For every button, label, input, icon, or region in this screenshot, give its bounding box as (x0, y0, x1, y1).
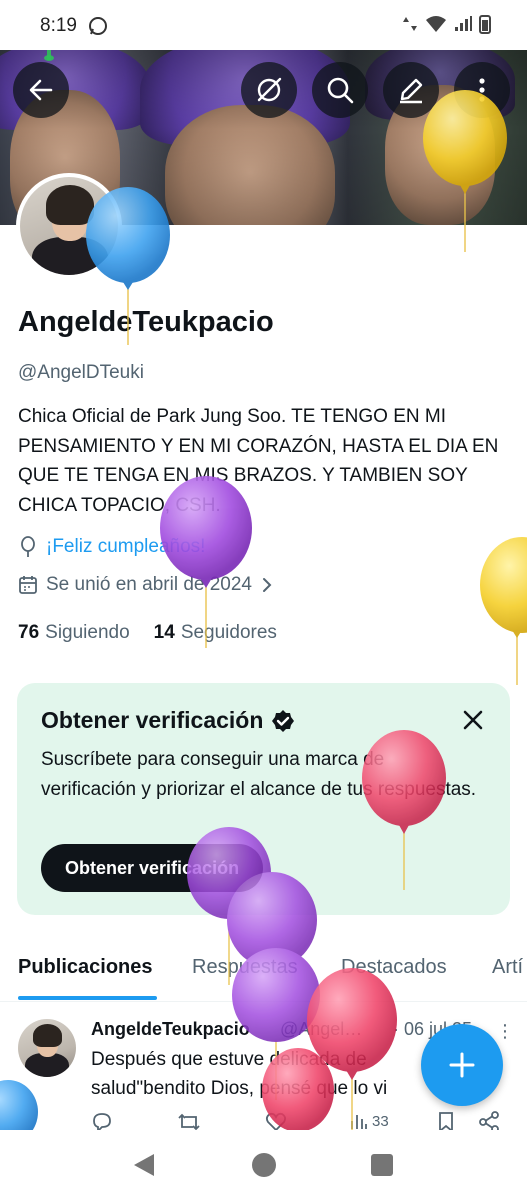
tab-replies[interactable]: Respuestas (192, 956, 298, 979)
profile-handle: @AngelDTeuki (18, 362, 144, 383)
profile-bio: Chica Oficial de Park Jung Soo. TE TENGO… (18, 406, 499, 516)
like-icon (265, 1112, 287, 1130)
verification-card-title: Obtener verificación (41, 707, 295, 734)
wifi-icon (426, 16, 446, 32)
post-actions: 33 (91, 1111, 511, 1130)
nav-back-icon[interactable] (132, 1152, 156, 1178)
profile-avatar[interactable] (16, 173, 122, 279)
profile-tabs: Publicaciones Respuestas Destacados Artí (0, 940, 527, 1002)
close-icon[interactable] (460, 707, 486, 733)
status-icons (401, 14, 491, 34)
whatsapp-icon (89, 17, 107, 35)
views-count[interactable]: 33 (350, 1111, 389, 1130)
tab-articles[interactable]: Artí (492, 956, 523, 979)
active-tab-indicator (18, 996, 157, 1000)
share-button[interactable] (478, 1111, 500, 1130)
repost-button[interactable] (177, 1111, 201, 1130)
more-options-button[interactable] (454, 62, 510, 118)
followers-link[interactable]: 14 Seguidores (154, 622, 277, 644)
calendar-icon (19, 576, 37, 594)
reply-button[interactable] (91, 1111, 113, 1130)
tab-highlights[interactable]: Destacados (341, 956, 447, 979)
views-icon (351, 1115, 367, 1129)
follow-stats: 76 Siguiendo 14 Seguidores (18, 622, 277, 644)
battery-icon (479, 15, 491, 34)
post-text: Después que estuve delicada de salud"ben… (91, 1049, 388, 1099)
like-button[interactable] (265, 1111, 287, 1130)
nav-home-icon[interactable] (252, 1153, 276, 1177)
birthday-text[interactable]: ¡Feliz cumpleaños! (46, 536, 205, 558)
reply-icon (93, 1113, 111, 1130)
following-link[interactable]: 76 Siguiendo (18, 622, 130, 644)
edit-button[interactable] (383, 62, 439, 118)
status-bar: 8:19 (0, 0, 527, 50)
plus-icon (449, 1052, 475, 1078)
verification-card-text: Suscríbete para conseguir una marca de v… (41, 749, 477, 800)
birthday-row[interactable]: ¡Feliz cumpleaños! (18, 536, 205, 558)
verified-badge-icon (272, 709, 295, 732)
post-author-handle: @Angel… (280, 1019, 363, 1039)
bookmark-icon (439, 1112, 453, 1130)
chevron-right-icon (263, 578, 272, 592)
search-icon (327, 77, 354, 104)
balloon-yellow-right (480, 537, 527, 685)
nav-recent-apps-icon[interactable] (371, 1154, 393, 1176)
bookmark-button[interactable] (437, 1111, 455, 1130)
joined-row[interactable]: Se unió en abril de 2024 (18, 574, 274, 596)
search-button[interactable] (312, 62, 368, 118)
signal-icon (455, 16, 472, 31)
more-vertical-icon (479, 78, 485, 102)
status-time: 8:19 (40, 15, 77, 36)
joined-text: Se unió en abril de 2024 (46, 574, 252, 595)
repost-icon (178, 1113, 200, 1130)
tab-posts[interactable]: Publicaciones (18, 956, 153, 979)
post-author-avatar[interactable] (18, 1019, 76, 1077)
data-arrows-icon (403, 17, 417, 31)
grok-icon (257, 77, 282, 102)
display-name: AngeldeTeukpacio (18, 306, 274, 338)
post-author-name[interactable]: AngeldeTeukpacio (91, 1019, 250, 1040)
system-navigation-bar (0, 1130, 527, 1200)
verification-card: Obtener verificación Suscríbete para con… (17, 683, 510, 915)
share-icon (479, 1111, 499, 1130)
get-verification-button[interactable]: Obtener verificación (41, 844, 264, 892)
post-more-icon[interactable]: ⋮ (496, 1021, 514, 1042)
grok-button[interactable] (241, 62, 297, 118)
back-button[interactable] (13, 62, 69, 118)
compose-post-button[interactable] (421, 1024, 503, 1106)
balloon-icon (21, 536, 35, 557)
back-arrow-icon (29, 79, 53, 101)
edit-pencil-icon (400, 78, 423, 104)
